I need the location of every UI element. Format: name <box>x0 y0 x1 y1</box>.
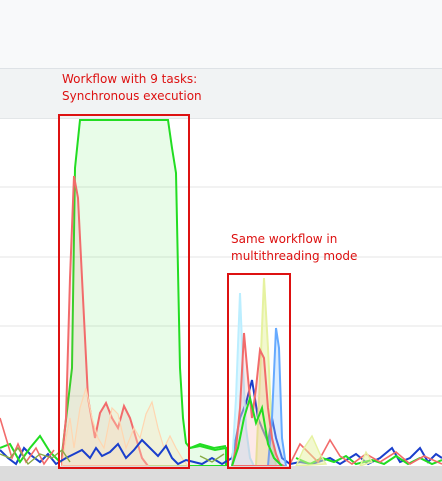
sync-annotation: Workflow with 9 tasks: Synchronous execu… <box>62 71 202 105</box>
multithreading-annotation-line1: Same workflow in <box>231 232 338 246</box>
multithreading-annotation: Same workflow in multithreading mode <box>231 231 357 265</box>
multithreading-annotation-line2: multithreading mode <box>231 249 358 263</box>
multithreading-highlight-box <box>227 273 291 469</box>
top-panel <box>0 0 442 69</box>
sync-annotation-line1: Workflow with 9 tasks: <box>62 72 198 86</box>
sync-annotation-line2: Synchronous execution <box>62 89 202 103</box>
sync-highlight-box <box>58 114 190 469</box>
